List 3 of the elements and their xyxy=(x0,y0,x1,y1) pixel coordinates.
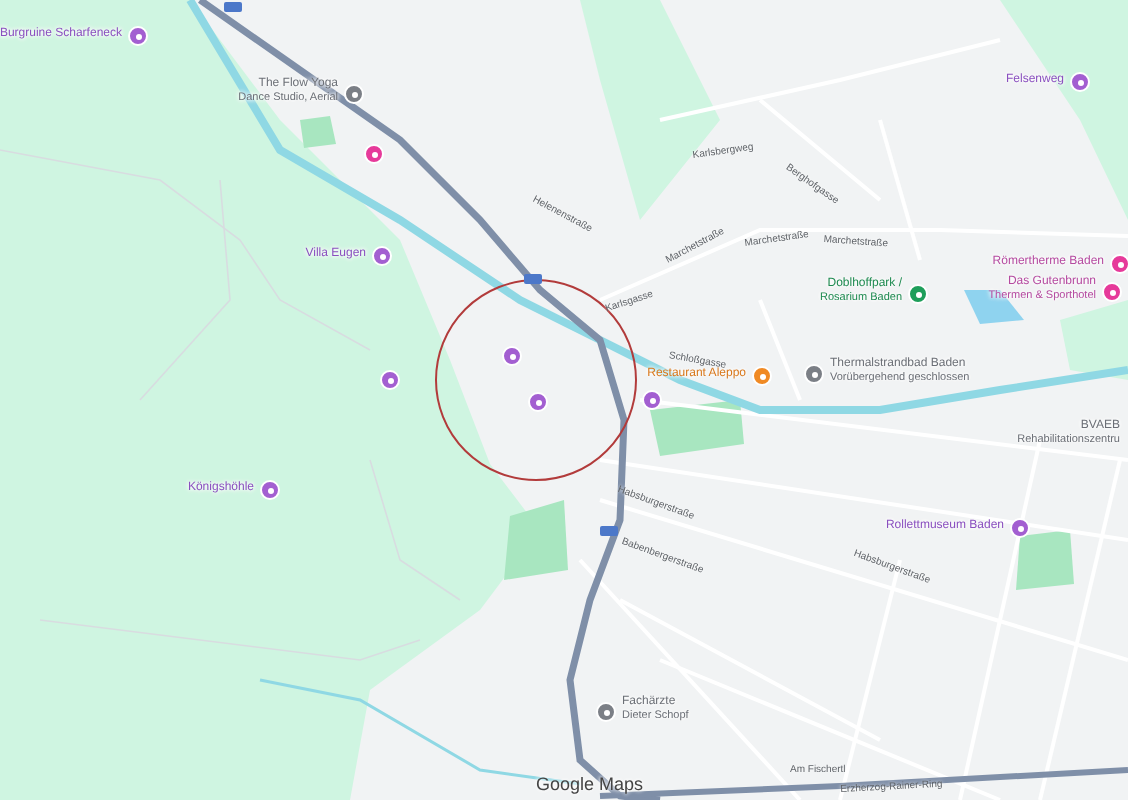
road-shield-icon xyxy=(224,2,242,12)
road-shield-icon xyxy=(524,274,542,284)
road-shield-icon xyxy=(600,526,618,536)
